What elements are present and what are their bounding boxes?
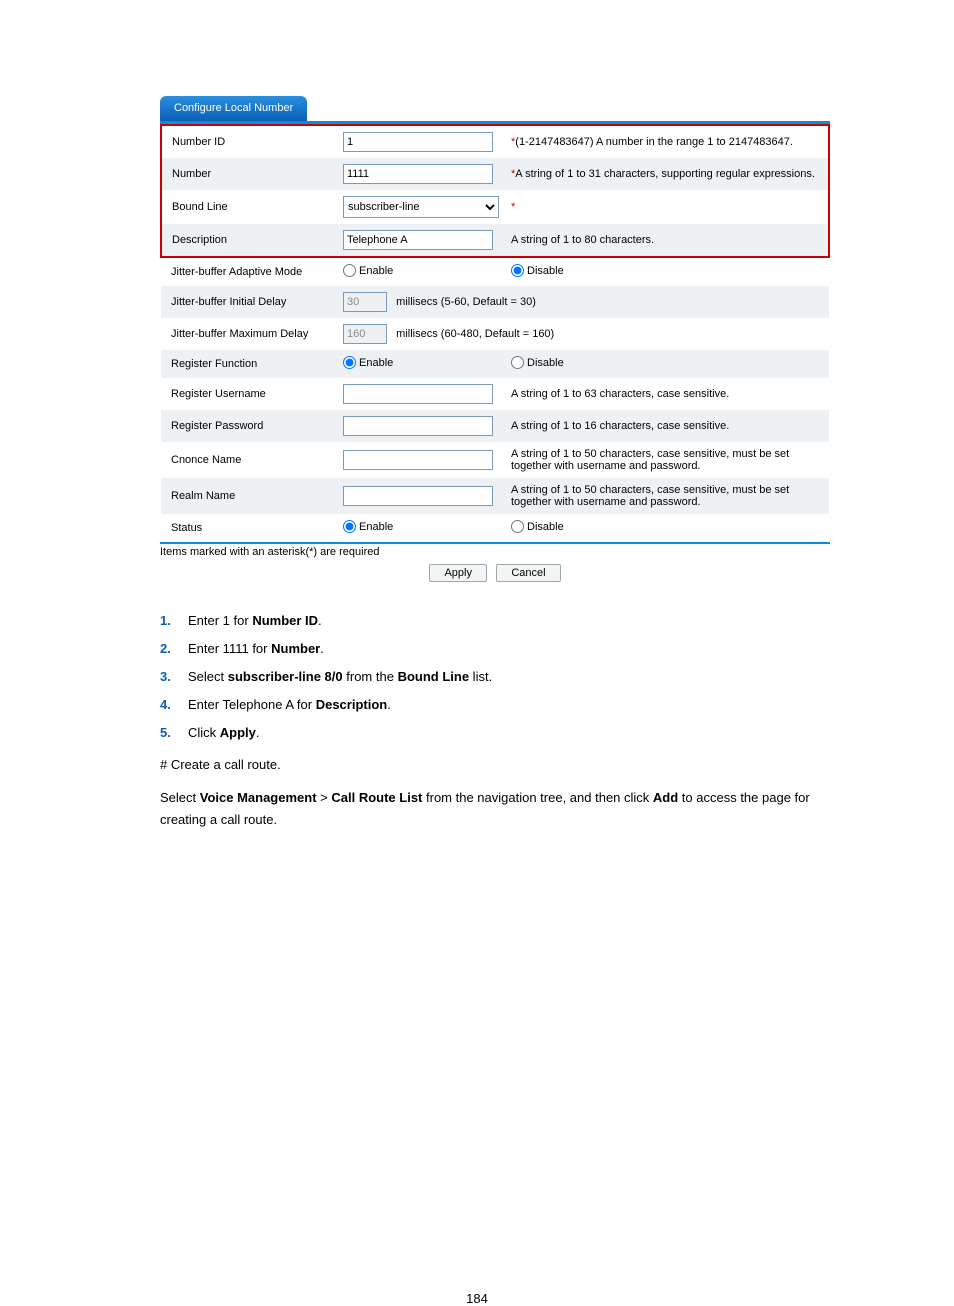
step-2: 2.Enter 1111 for Number. [160,638,830,660]
label-jb-initial: Jitter-buffer Initial Delay [161,286,337,318]
step-number: 3. [160,666,171,688]
page-number: 184 [0,1291,954,1306]
hint-number-id: (1-2147483647) A number in the range 1 t… [515,136,793,148]
hint-jb-max: millisecs (60-480, Default = 160) [396,328,554,340]
input-description[interactable] [343,230,493,250]
label-reg-username: Register Username [161,378,337,410]
input-number[interactable] [343,164,493,184]
input-number-id[interactable] [343,132,493,152]
radio-label-enable: Enable [359,357,393,369]
label-reg-func: Register Function [161,350,337,378]
radio-label-enable: Enable [359,265,393,277]
input-reg-username[interactable] [343,384,493,404]
hint-cnonce: A string of 1 to 50 characters, case sen… [505,442,829,478]
hint-reg-username: A string of 1 to 63 characters, case sen… [505,378,829,410]
select-bound-line[interactable]: subscriber-line [343,196,499,218]
hint-reg-password: A string of 1 to 16 characters, case sen… [505,410,829,442]
hash-line: # Create a call route. [160,754,830,776]
step-4: 4.Enter Telephone A for Description. [160,694,830,716]
input-reg-password[interactable] [343,416,493,436]
radio-label-disable: Disable [527,265,564,277]
radio-reg-func-disable[interactable] [511,356,524,369]
nav-instruction: Select Voice Management > Call Route Lis… [160,787,830,831]
label-jb-adaptive: Jitter-buffer Adaptive Mode [161,257,337,286]
tab-configure-local-number[interactable]: Configure Local Number [160,96,307,121]
hint-number: A string of 1 to 31 characters, supporti… [515,168,815,180]
radio-label-disable: Disable [527,521,564,533]
radio-status-disable[interactable] [511,520,524,533]
footer-rule [160,542,830,544]
step-1: 1.Enter 1 for Number ID. [160,610,830,632]
radio-jb-adaptive-enable[interactable] [343,264,356,277]
required-note: Items marked with an asterisk(*) are req… [160,546,830,558]
step-number: 5. [160,722,171,744]
label-jb-max: Jitter-buffer Maximum Delay [161,318,337,350]
config-table: Number ID * (1-2147483647) A number in th… [160,124,830,542]
label-realm: Realm Name [161,478,337,514]
input-jb-max [343,324,387,344]
input-realm[interactable] [343,486,493,506]
step-number: 1. [160,610,171,632]
cancel-button[interactable]: Cancel [496,564,560,582]
step-number: 2. [160,638,171,660]
label-bound-line: Bound Line [161,190,337,224]
step-3: 3.Select subscriber-line 8/0 from the Bo… [160,666,830,688]
input-jb-initial [343,292,387,312]
radio-label-enable: Enable [359,521,393,533]
label-description: Description [161,224,337,257]
label-number-id: Number ID [161,125,337,158]
radio-label-disable: Disable [527,357,564,369]
radio-jb-adaptive-disable[interactable] [511,264,524,277]
hint-jb-initial: millisecs (5-60, Default = 30) [396,296,536,308]
label-number: Number [161,158,337,190]
req-marker: * [511,201,515,213]
hint-realm: A string of 1 to 50 characters, case sen… [505,478,829,514]
config-panel: Configure Local Number Number ID * (1-214… [160,96,830,582]
input-cnonce[interactable] [343,450,493,470]
hint-description: A string of 1 to 80 characters. [505,224,829,257]
step-number: 4. [160,694,171,716]
apply-button[interactable]: Apply [429,564,487,582]
label-cnonce: Cnonce Name [161,442,337,478]
radio-reg-func-enable[interactable] [343,356,356,369]
label-status: Status [161,514,337,542]
label-reg-password: Register Password [161,410,337,442]
radio-status-enable[interactable] [343,520,356,533]
instruction-block: 1.Enter 1 for Number ID. 2.Enter 1111 fo… [160,610,830,831]
step-5: 5.Click Apply. [160,722,830,744]
